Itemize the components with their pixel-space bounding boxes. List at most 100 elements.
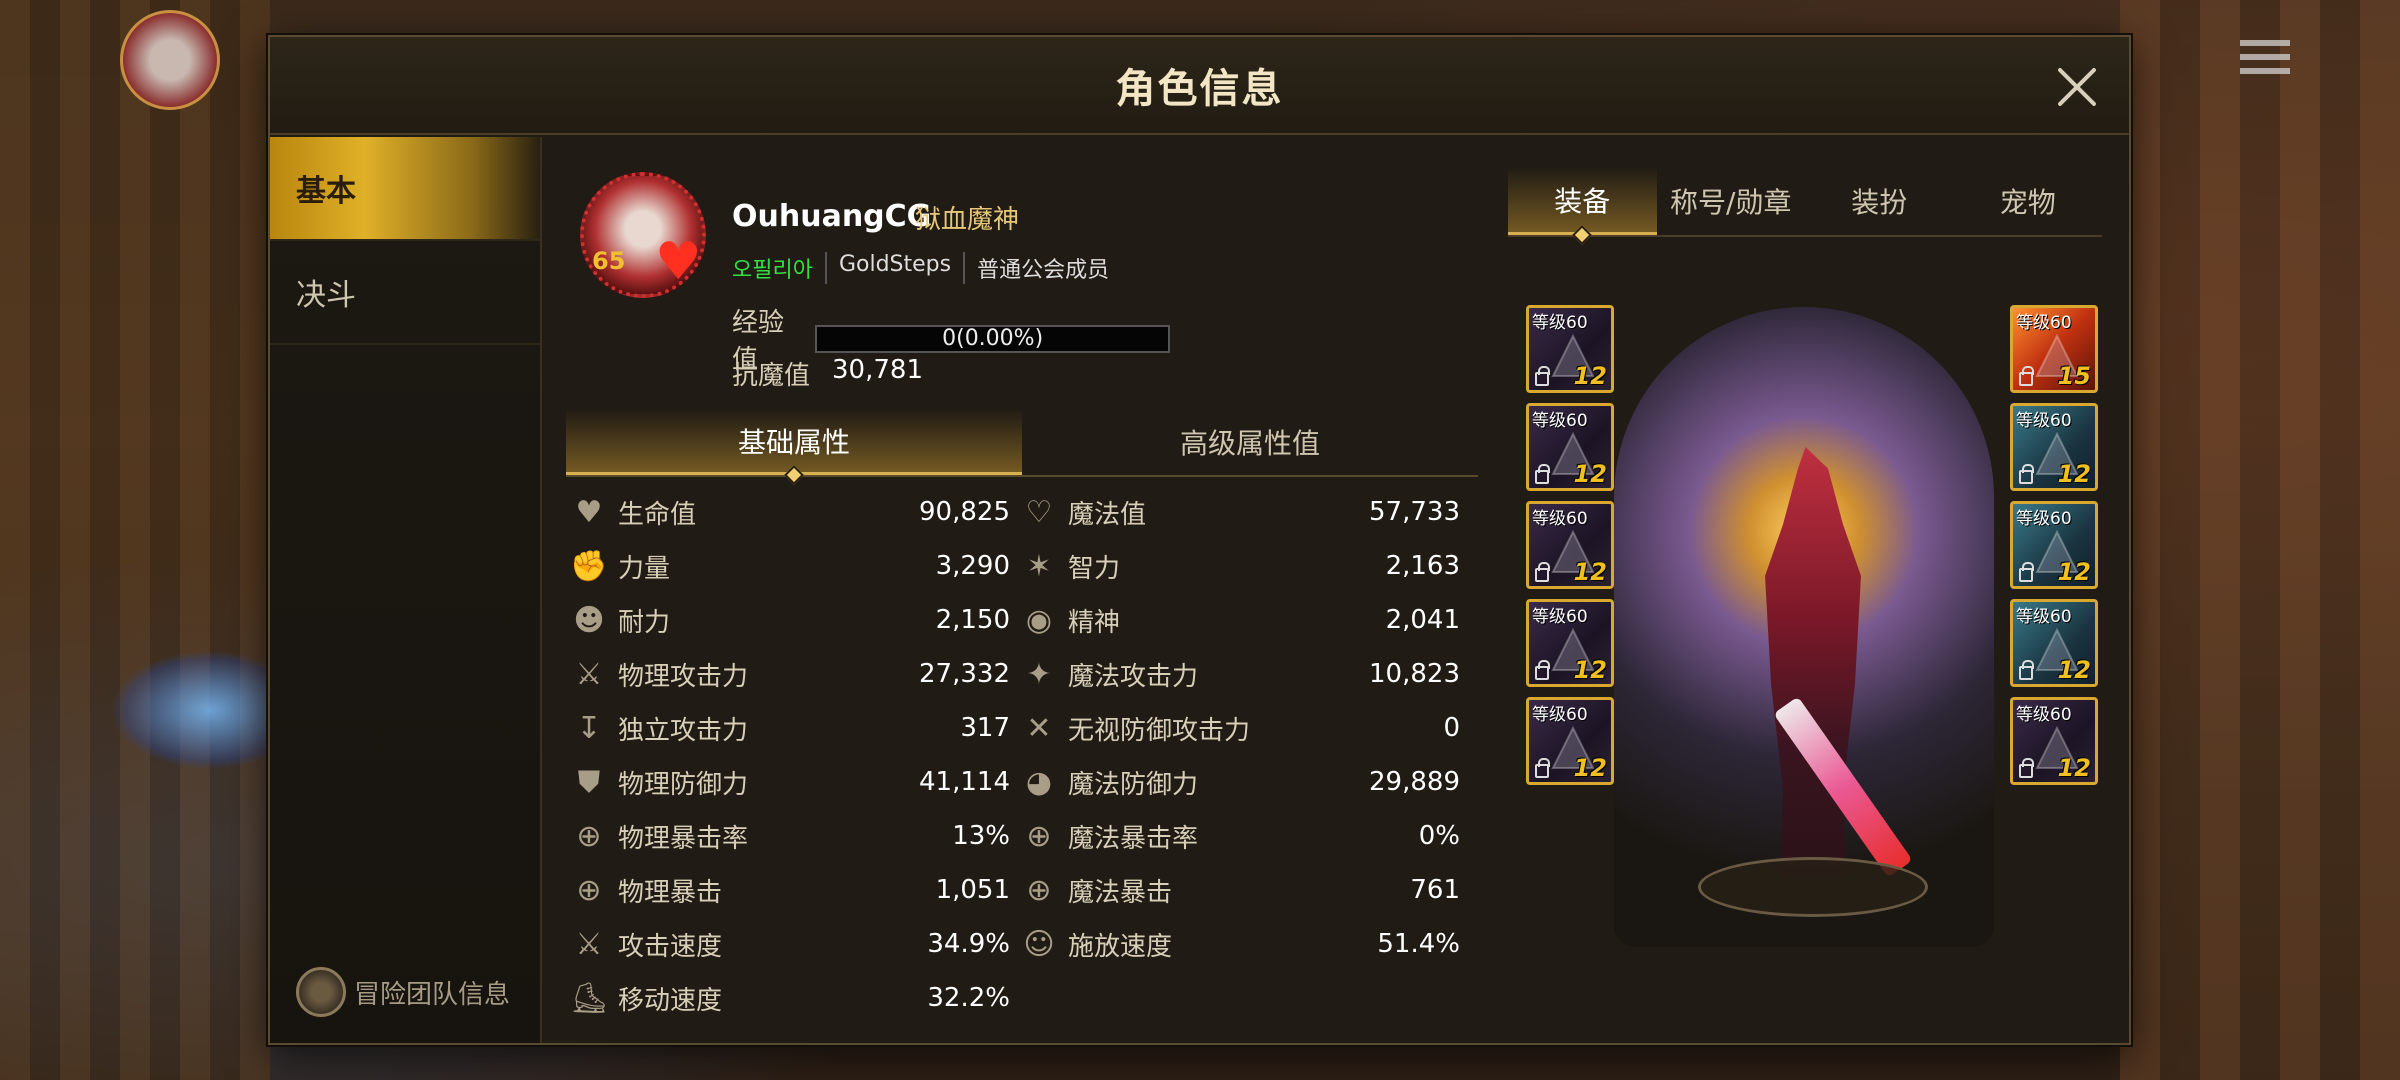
head-icon: ☺: [1023, 926, 1055, 962]
character-title: 狱血魔神: [915, 205, 1020, 235]
player-avatar-icon[interactable]: [120, 10, 220, 110]
equipment-slot-left-3[interactable]: 等级60 12: [1526, 501, 1614, 589]
slot-level: 等级60: [1532, 313, 1588, 333]
stat-value: 2,150: [935, 605, 1010, 635]
stat-value: 34.9%: [927, 929, 1010, 959]
sword-icon: ⚔: [575, 656, 603, 692]
stat-label: 物理防御力: [618, 769, 749, 800]
stat-value: 32.2%: [927, 983, 1010, 1013]
sidebar-tab-duel[interactable]: 决斗: [270, 241, 540, 345]
equipment-slot-right-4[interactable]: 等级60 12: [2010, 599, 2098, 687]
stat-value: 0%: [1418, 821, 1460, 851]
stat-value: 1,051: [935, 875, 1010, 905]
heart-outline-icon: ♡: [1025, 494, 1053, 530]
slot-enhancement: 12: [1573, 656, 1607, 684]
slot-enhancement: 12: [2057, 460, 2091, 488]
close-button[interactable]: [2053, 63, 2101, 111]
slot-enhancement: 12: [1573, 558, 1607, 586]
slot-enhancement: 12: [1573, 460, 1607, 488]
active-indicator-icon: [784, 465, 804, 485]
tab-equipment[interactable]: 装备: [1508, 167, 1657, 245]
tab-advanced-attributes[interactable]: 高级属性值: [1022, 409, 1478, 475]
lock-icon: [1535, 464, 1550, 484]
stat-label: 力量: [618, 553, 671, 584]
stat-cell: ⊕ 物理暴击 1,051: [570, 871, 1020, 909]
slot-enhancement: 12: [2057, 754, 2091, 782]
resist-label: 抗魔值: [732, 361, 811, 391]
stat-row: ♥ 生命值 90,825 ♡ 魔法值 57,733: [570, 485, 1470, 539]
stat-value: 10,823: [1369, 659, 1460, 689]
tab-basic-attributes[interactable]: 基础属性: [566, 409, 1022, 485]
tab-equipment-label: 装备: [1554, 184, 1611, 218]
equipment-slot-left-5[interactable]: 等级60 12: [1526, 697, 1614, 785]
attribute-tabs: 基础属性 高级属性值: [566, 409, 1478, 485]
resist-row: 抗魔值 30,781: [732, 355, 923, 392]
team-info-button[interactable]: 冒险团队信息: [296, 967, 510, 1017]
stat-row: ⚔ 攻击速度 34.9% ☺ 施放速度 51.4%: [570, 917, 1470, 971]
heart-icon: ♥: [655, 232, 702, 292]
crosshair-icon: ⊕: [1026, 872, 1052, 908]
stat-cell: ✊ 力量 3,290: [570, 547, 1020, 585]
equipment-slot-left-2[interactable]: 等级60 12: [1526, 403, 1614, 491]
crossed-shield-icon: ✕: [1026, 710, 1052, 746]
equipment-slot-right-5[interactable]: 等级60 12: [2010, 697, 2098, 785]
background-scene-left: [0, 0, 270, 1080]
lock-icon: [2019, 660, 2034, 680]
level-badge: 65: [592, 247, 626, 275]
tab-titles-medals[interactable]: 称号/勋章: [1657, 167, 1806, 235]
sidebar-tab-basic[interactable]: 基本: [270, 137, 540, 241]
team-info-label: 冒险团队信息: [354, 979, 511, 1010]
tab-titles-medals-label: 称号/勋章: [1670, 186, 1792, 219]
lock-icon: [2019, 562, 2034, 582]
background-scene-right: [2120, 0, 2400, 1080]
stat-cell: ⛸ 移动速度 32.2%: [570, 979, 1020, 1017]
stat-value: 27,332: [919, 659, 1010, 689]
slot-level: 等级60: [2016, 607, 2072, 627]
stat-label: 物理攻击力: [618, 661, 749, 692]
window-title: 角色信息: [1115, 66, 1284, 112]
slot-level: 等级60: [2016, 705, 2072, 725]
stat-cell: ⊕ 魔法暴击率 0%: [1020, 817, 1470, 855]
crosshair-icon: ⊕: [576, 818, 602, 854]
tab-avatar[interactable]: 装扮: [1805, 167, 1954, 235]
stat-row: ↧ 独立攻击力 317 ✕ 无视防御攻击力 0: [570, 701, 1470, 755]
stat-label: 耐力: [618, 607, 671, 638]
menu-icon[interactable]: [2240, 40, 2290, 80]
stat-cell: ✶ 智力 2,163: [1020, 547, 1470, 585]
lock-icon: [1535, 366, 1550, 386]
stat-label: 魔法防御力: [1068, 769, 1199, 800]
stat-row: ✊ 力量 3,290 ✶ 智力 2,163: [570, 539, 1470, 593]
stat-cell: ⊕ 物理暴击率 13%: [570, 817, 1020, 855]
stat-value: 90,825: [919, 497, 1010, 527]
tab-pet[interactable]: 宠物: [1954, 167, 2103, 235]
tab-advanced-attributes-label: 高级属性值: [1179, 427, 1320, 460]
stat-label: 物理暴击: [618, 877, 723, 908]
lock-icon: [1535, 660, 1550, 680]
stat-value: 51.4%: [1377, 929, 1460, 959]
stat-value: 57,733: [1369, 497, 1460, 527]
stat-cell: ⊕ 魔法暴击 761: [1020, 871, 1470, 909]
stat-label: 移动速度: [618, 985, 723, 1016]
equipment-slot-left-4[interactable]: 等级60 12: [1526, 599, 1614, 687]
equipment-slot-right-2[interactable]: 等级60 12: [2010, 403, 2098, 491]
equipment-slot-right-1[interactable]: 等级60 15: [2010, 305, 2098, 393]
stat-cell: ♡ 魔法值 57,733: [1020, 493, 1470, 531]
equipment-tabs: 装备 称号/勋章 装扮 宠物: [1508, 167, 2103, 245]
guild-name[interactable]: GoldSteps: [824, 252, 963, 284]
equipment-slot-right-3[interactable]: 等级60 12: [2010, 501, 2098, 589]
slot-level: 等级60: [1532, 607, 1588, 627]
lock-icon: [2019, 464, 2034, 484]
character-pedestal: [1698, 857, 1928, 917]
lock-icon: [2019, 758, 2034, 778]
slot-level: 等级60: [1532, 705, 1588, 725]
stat-label: 魔法攻击力: [1068, 661, 1199, 692]
slot-enhancement: 12: [1573, 754, 1607, 782]
stat-row: ⚔ 物理攻击力 27,332 ✦ 魔法攻击力 10,823: [570, 647, 1470, 701]
tab-basic-attributes-label: 基础属性: [737, 425, 850, 459]
slot-enhancement: 15: [2057, 362, 2091, 390]
profile-tags: 오필리아 GoldSteps 普通公会成员: [732, 252, 1121, 284]
slot-level: 等级60: [1532, 411, 1588, 431]
equipment-slot-left-1[interactable]: 等级60 12: [1526, 305, 1614, 393]
dagger-down-icon: ↧: [576, 710, 602, 746]
stat-value: 761: [1410, 875, 1460, 905]
